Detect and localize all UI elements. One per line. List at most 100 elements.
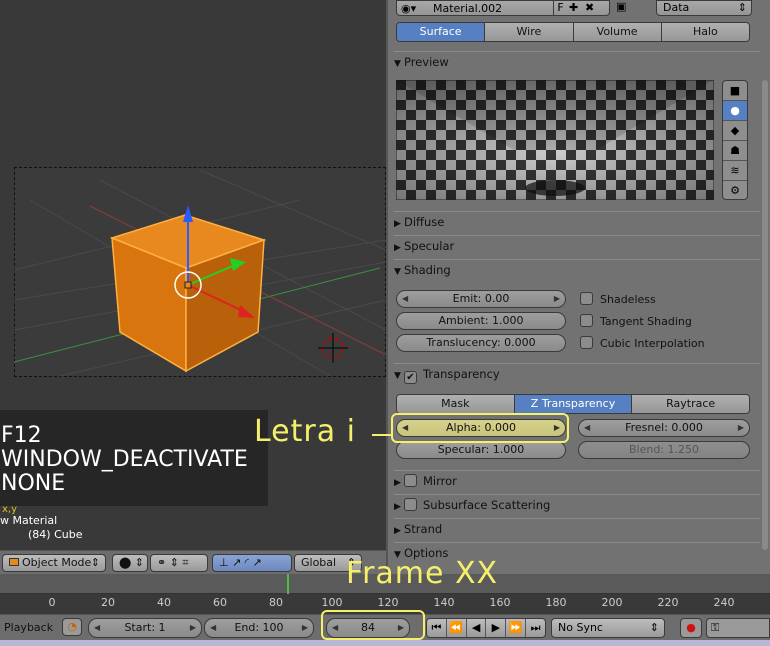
key-event-value: NONE [1, 471, 66, 496]
expanded-triangle-icon: ▼ [394, 371, 401, 381]
panel-diffuse-header[interactable]: ▶ Diffuse [394, 211, 760, 231]
timeline-tick-label: 180 [545, 596, 567, 609]
tangent-shading-checkbox[interactable] [580, 314, 593, 327]
timeline-tick-label: 100 [321, 596, 343, 609]
increment-icon: ▶ [189, 623, 196, 632]
keying-icon[interactable]: ⚿ [706, 618, 770, 638]
emit-field[interactable]: ◀ Emit: 0.00 ▶ [396, 290, 566, 308]
panel-strand-header[interactable]: ▶ Strand [394, 518, 760, 538]
material-datablock[interactable]: ◉▾ Material.002 F ✚ ✖ [396, 0, 610, 16]
decrement-icon: ◀ [402, 294, 409, 303]
specular-transparency-field[interactable]: Specular: 1.000 [396, 441, 566, 459]
collapsed-triangle-icon: ▶ [394, 243, 401, 253]
link-data-select[interactable]: Data ⇕ [656, 0, 752, 16]
flat-preview-icon[interactable]: ■ [723, 81, 747, 101]
translucency-field[interactable]: Translucency: 0.000 [396, 334, 566, 352]
sss-checkbox[interactable] [404, 498, 417, 511]
tab-z-transparency[interactable]: Z Transparency [514, 395, 633, 413]
timeline-tick-label: 80 [269, 596, 283, 609]
tab-halo[interactable]: Halo [661, 23, 749, 41]
key-event-type: WINDOW_DEACTIVATE [1, 447, 248, 472]
sphere-shading-icon: ⬤ [119, 556, 132, 569]
object-label: (84) Cube [28, 528, 83, 541]
ambient-field[interactable]: Ambient: 1.000 [396, 312, 566, 330]
play-reverse-icon[interactable]: ◀ [467, 619, 487, 637]
transparency-mode-tabs: Mask Z Transparency Raytrace [396, 394, 750, 414]
increment-icon: ▶ [301, 623, 308, 632]
jump-end-icon[interactable]: ⏭ [526, 619, 545, 637]
tab-volume[interactable]: Volume [573, 23, 662, 41]
pivot-icon: ⚭ ⇕ ⌗ [157, 556, 189, 569]
add-material-icon[interactable]: ✚ [569, 1, 578, 14]
fresnel-field[interactable]: ◀ Fresnel: 0.000 ▶ [578, 419, 750, 437]
cubic-interpolation-label: Cubic Interpolation [600, 337, 705, 350]
preview-shape-column: ■ ● ◆ ☗ ≋ ⚙ [722, 80, 748, 200]
sync-mode-select[interactable]: No Sync ⇕ [551, 618, 665, 638]
playback-controls: ⏮ ⏪ ◀ ▶ ⏩ ⏭ [426, 618, 546, 638]
timeline-tick-label: 200 [601, 596, 623, 609]
panel-mirror-header[interactable]: ▶ Mirror [394, 470, 760, 490]
cube-preview-icon[interactable]: ◆ [723, 121, 747, 141]
tab-raytrace[interactable]: Raytrace [632, 395, 749, 413]
end-frame-field[interactable]: ◀ End: 100 ▶ [204, 618, 314, 638]
collapsed-triangle-icon: ▶ [394, 502, 401, 512]
record-icon[interactable]: ● [680, 618, 702, 638]
key-event-key: F12 [1, 423, 42, 448]
manipulator-icon: ⊥ ↗ ◜ ↗ [219, 556, 262, 569]
collapsed-triangle-icon: ▶ [394, 219, 401, 229]
panel-transparency-header[interactable]: ▼ ✔ Transparency [394, 363, 760, 384]
timeline-tick-label: 40 [157, 596, 171, 609]
fake-user-button[interactable]: F [553, 1, 567, 15]
monkey-preview-icon[interactable]: ☗ [723, 141, 747, 161]
annotation-letra: Letra i [254, 414, 356, 449]
shading-select[interactable]: ⬤ ⇕ [112, 554, 148, 572]
jump-start-icon[interactable]: ⏮ [427, 619, 447, 637]
pivot-select[interactable]: ⚭ ⇕ ⌗ [150, 554, 208, 572]
timeline-tick-label: 0 [48, 596, 56, 609]
transparency-checkbox[interactable]: ✔ [404, 371, 417, 384]
keying-set-icon[interactable]: ◔ [62, 618, 82, 636]
panel-shading-header[interactable]: ▼ Shading [394, 259, 760, 279]
annotation-frame: Frame XX [346, 556, 499, 591]
increment-icon: ▶ [553, 294, 560, 303]
properties-scrollbar[interactable] [762, 80, 768, 550]
next-keyframe-icon[interactable]: ⏩ [506, 619, 527, 637]
panel-sss-header[interactable]: ▶ Subsurface Scattering [394, 494, 760, 514]
panel-preview-header[interactable]: ▼ Preview [394, 51, 760, 71]
hair-preview-icon[interactable]: ≋ [723, 161, 747, 181]
shadeless-checkbox[interactable] [580, 292, 593, 305]
timeline-tick-label: 240 [713, 596, 735, 609]
material-preview [396, 80, 714, 200]
start-frame-field[interactable]: ◀ Start: 1 ▶ [88, 618, 202, 638]
collapsed-triangle-icon: ▶ [394, 526, 401, 536]
browse-icon[interactable]: ▣ [616, 0, 634, 16]
increment-icon: ▶ [737, 423, 744, 432]
material-label: w Material [0, 514, 58, 527]
material-sphere-icon: ◉▾ [401, 2, 417, 15]
play-icon[interactable]: ▶ [486, 619, 507, 637]
mode-select[interactable]: Object Mode ⇕ [2, 554, 106, 572]
cubic-interpolation-checkbox[interactable] [580, 336, 593, 349]
updown-icon: ⇕ [649, 621, 659, 634]
unlink-icon[interactable]: ✖ [585, 1, 594, 14]
tab-mask[interactable]: Mask [397, 395, 515, 413]
tab-surface[interactable]: Surface [397, 23, 486, 41]
3d-viewport[interactable]: F12 WINDOW_DEACTIVATE NONE x,y w Materia… [0, 0, 386, 574]
expanded-triangle-icon: ▼ [394, 59, 401, 69]
playback-menu[interactable]: Playback [4, 621, 53, 634]
manipulator-buttons[interactable]: ⊥ ↗ ◜ ↗ [212, 554, 292, 572]
sphere-preview-icon[interactable]: ● [723, 101, 747, 121]
decrement-icon: ◀ [584, 423, 591, 432]
tangent-shading-label: Tangent Shading [600, 315, 692, 328]
decrement-icon: ◀ [94, 623, 101, 632]
prev-keyframe-icon[interactable]: ⏪ [447, 619, 467, 637]
current-frame-marker[interactable] [287, 574, 290, 594]
mirror-checkbox[interactable] [404, 474, 417, 487]
tab-wire[interactable]: Wire [485, 23, 574, 41]
material-name-field[interactable]: Material.002 [433, 2, 502, 15]
timeline-tick-label: 120 [377, 596, 399, 609]
panel-specular-header[interactable]: ▶ Specular [394, 235, 760, 255]
timeline-tick-label: 140 [433, 596, 455, 609]
blend-field: Blend: 1.250 [578, 441, 750, 459]
world-preview-icon[interactable]: ⚙ [723, 181, 747, 200]
